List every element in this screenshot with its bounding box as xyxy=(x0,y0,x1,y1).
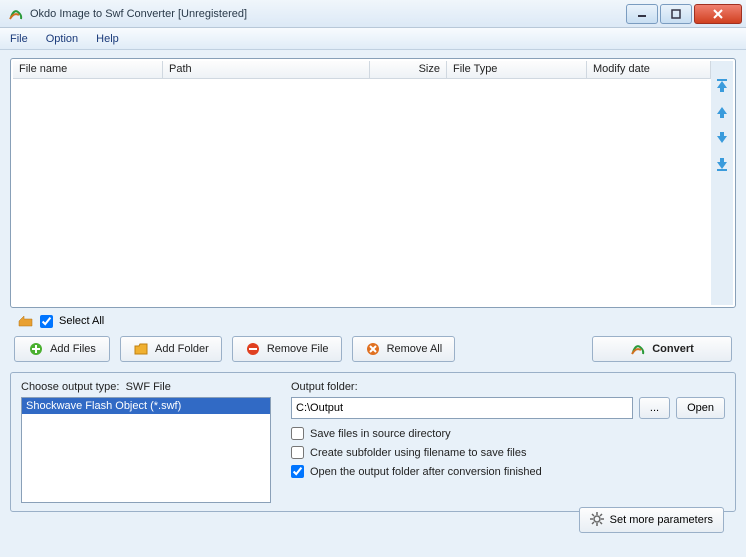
add-folder-button[interactable]: Add Folder xyxy=(120,336,222,362)
convert-button[interactable]: Convert xyxy=(592,336,732,362)
action-buttons: Add Files Add Folder Remove File Remove … xyxy=(10,336,736,362)
open-after-checkbox[interactable] xyxy=(291,465,304,478)
window-controls xyxy=(624,4,746,24)
remove-file-button[interactable]: Remove File xyxy=(232,336,342,362)
output-type-item[interactable]: Shockwave Flash Object (*.swf) xyxy=(22,398,270,414)
output-type-listbox[interactable]: Shockwave Flash Object (*.swf) xyxy=(21,397,271,503)
convert-label: Convert xyxy=(652,343,694,355)
remove-file-label: Remove File xyxy=(267,343,329,355)
save-in-source-label[interactable]: Save files in source directory xyxy=(310,428,451,440)
open-after-label[interactable]: Open the output folder after conversion … xyxy=(310,466,542,478)
move-down-icon[interactable] xyxy=(715,131,729,145)
select-all-row: Select All xyxy=(18,314,736,328)
col-modifydate[interactable]: Modify date xyxy=(587,61,711,78)
up-folder-icon[interactable] xyxy=(18,314,34,328)
minimize-button[interactable] xyxy=(626,4,658,24)
set-more-parameters-label: Set more parameters xyxy=(610,514,713,526)
title-bar: Okdo Image to Swf Converter [Unregistere… xyxy=(0,0,746,28)
plus-icon xyxy=(28,341,44,357)
window-title: Okdo Image to Swf Converter [Unregistere… xyxy=(30,8,624,20)
reorder-arrows xyxy=(711,61,733,305)
menu-bar: File Option Help xyxy=(0,28,746,50)
menu-help[interactable]: Help xyxy=(96,33,119,45)
move-up-icon[interactable] xyxy=(715,105,729,119)
set-more-parameters-button[interactable]: Set more parameters xyxy=(579,507,724,533)
create-subfolder-checkbox[interactable] xyxy=(291,446,304,459)
table-body[interactable] xyxy=(13,79,711,305)
close-button[interactable] xyxy=(694,4,742,24)
remove-all-icon xyxy=(365,341,381,357)
add-folder-label: Add Folder xyxy=(155,343,209,355)
menu-file[interactable]: File xyxy=(10,33,28,45)
remove-all-button[interactable]: Remove All xyxy=(352,336,456,362)
remove-all-label: Remove All xyxy=(387,343,443,355)
col-size[interactable]: Size xyxy=(370,61,447,78)
move-top-icon[interactable] xyxy=(715,79,729,93)
create-subfolder-label[interactable]: Create subfolder using filename to save … xyxy=(310,447,526,459)
col-filename[interactable]: File name xyxy=(13,61,163,78)
minus-icon xyxy=(245,341,261,357)
select-all-checkbox[interactable] xyxy=(40,315,53,328)
select-all-label[interactable]: Select All xyxy=(59,315,104,327)
browse-button[interactable]: ... xyxy=(639,397,670,419)
col-filetype[interactable]: File Type xyxy=(447,61,587,78)
maximize-button[interactable] xyxy=(660,4,692,24)
settings-panel: Choose output type: SWF File Shockwave F… xyxy=(10,372,736,512)
output-folder-label: Output folder: xyxy=(291,381,725,393)
table-header: File name Path Size File Type Modify dat… xyxy=(13,61,711,79)
gear-icon xyxy=(590,512,604,529)
app-icon xyxy=(8,6,24,22)
file-list-panel: File name Path Size File Type Modify dat… xyxy=(10,58,736,308)
folder-icon xyxy=(133,341,149,357)
add-files-label: Add Files xyxy=(50,343,96,355)
save-in-source-checkbox[interactable] xyxy=(291,427,304,440)
open-folder-button[interactable]: Open xyxy=(676,397,725,419)
output-folder-input[interactable] xyxy=(291,397,633,419)
output-type-label: Choose output type: SWF File xyxy=(21,381,271,393)
move-bottom-icon[interactable] xyxy=(715,157,729,171)
convert-icon xyxy=(630,341,646,357)
col-path[interactable]: Path xyxy=(163,61,370,78)
add-files-button[interactable]: Add Files xyxy=(14,336,110,362)
menu-option[interactable]: Option xyxy=(46,33,78,45)
